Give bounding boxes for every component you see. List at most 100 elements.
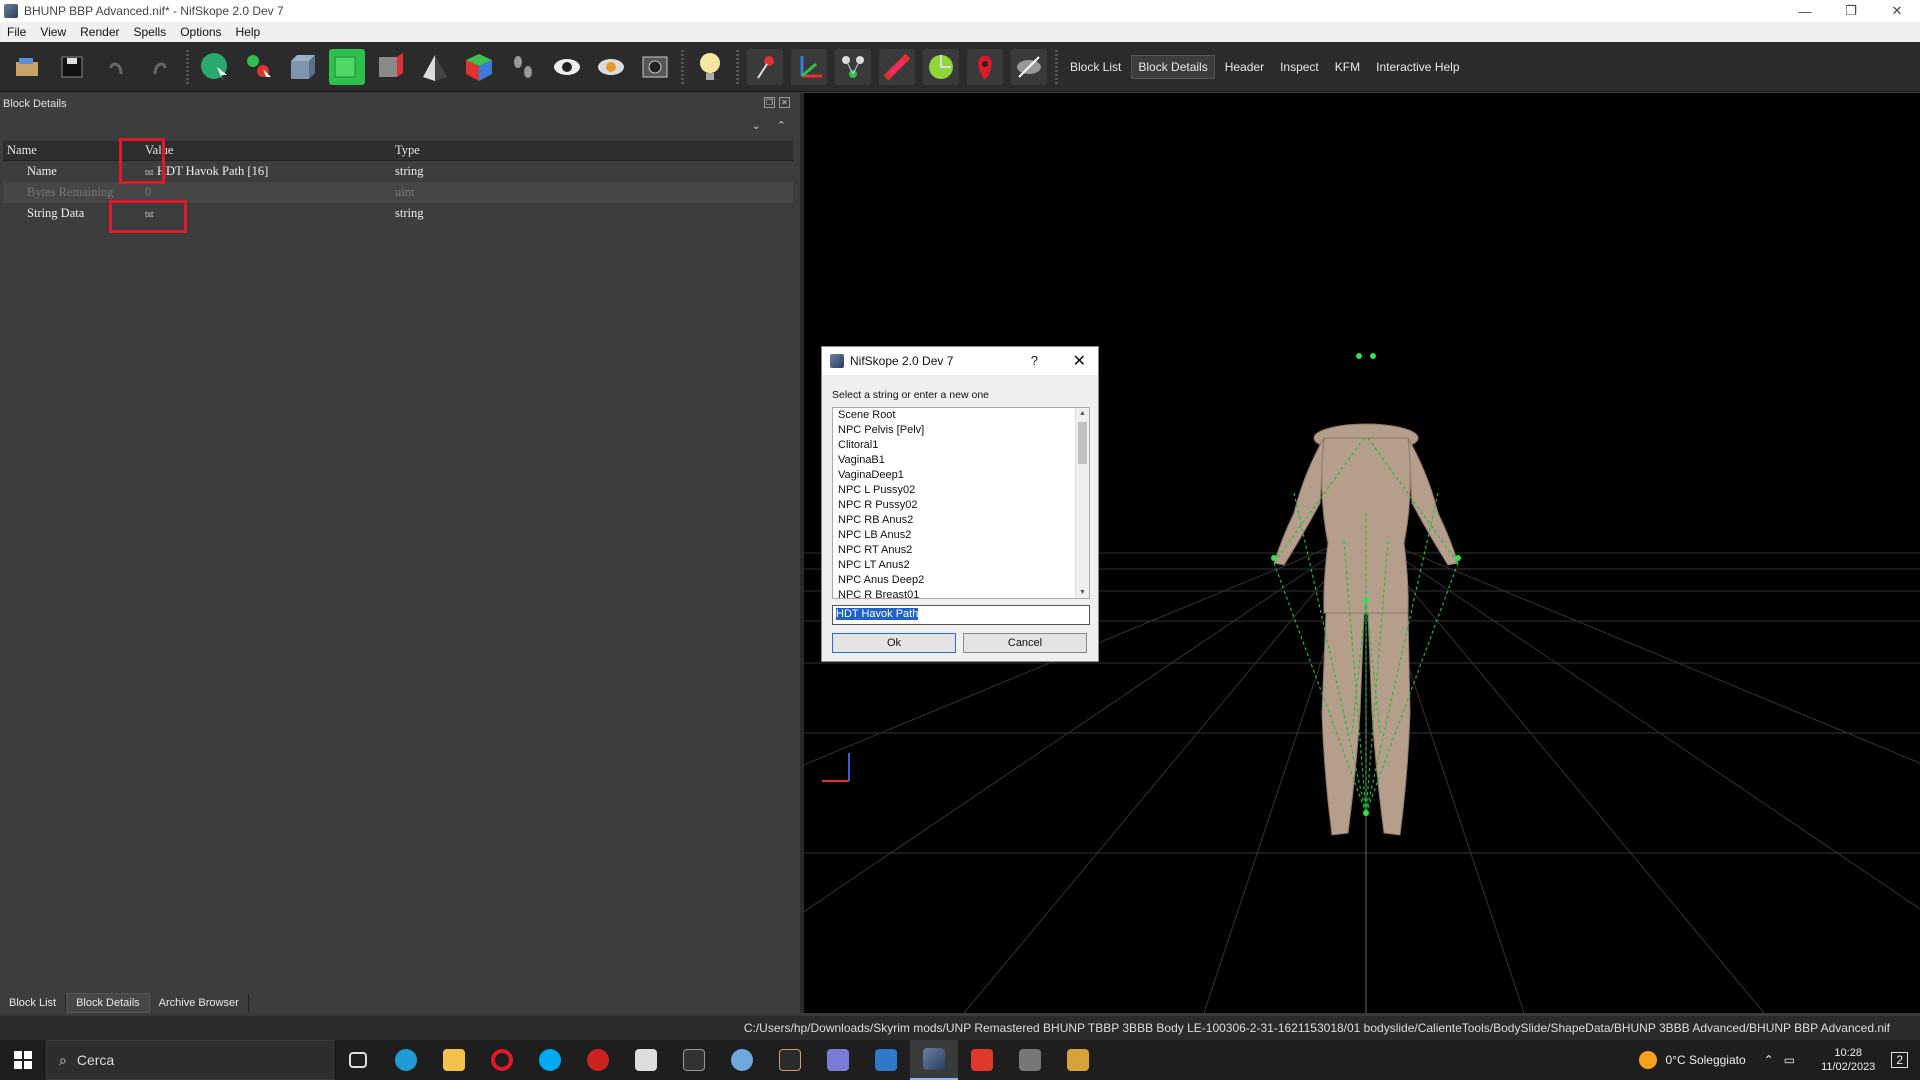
app-icon[interactable] [574, 1040, 622, 1080]
dialog-title: NifSkope 2.0 Dev 7 [850, 354, 954, 368]
column-value[interactable]: Value [141, 143, 391, 158]
list-item[interactable]: NPC LT Anus2 [833, 558, 1089, 573]
network-icon[interactable]: ▭ [1784, 1053, 1795, 1067]
list-item[interactable]: NPC R Pussy02 [833, 498, 1089, 513]
menu-options[interactable]: Options [173, 25, 228, 39]
tab-block-list[interactable]: Block List [1064, 56, 1127, 78]
bottom-tab-block-details[interactable]: Block Details [66, 993, 150, 1013]
app-icon[interactable] [862, 1040, 910, 1080]
weather-text[interactable]: 0°C Soleggiato [1665, 1053, 1745, 1067]
cube-icon[interactable] [285, 49, 321, 85]
dialog-close-icon[interactable]: ✕ [1073, 351, 1086, 371]
string-list[interactable]: Scene Root NPC Pelvis [Pelv] Clitoral1 V… [832, 407, 1090, 599]
camera-icon[interactable] [637, 49, 673, 85]
undo-icon[interactable] [98, 49, 134, 85]
eye-outline-icon[interactable] [593, 49, 629, 85]
list-item[interactable]: VaginaB1 [833, 453, 1089, 468]
axes-icon[interactable] [791, 48, 827, 85]
tab-inspect[interactable]: Inspect [1274, 56, 1325, 78]
toolbar-separator [1055, 49, 1058, 84]
bone-icon[interactable] [879, 48, 915, 85]
app-icon[interactable] [958, 1040, 1006, 1080]
list-item[interactable]: NPC RT Anus2 [833, 543, 1089, 558]
edge-icon[interactable] [382, 1040, 430, 1080]
list-item[interactable]: NPC LB Anus2 [833, 528, 1089, 543]
collapse-icon[interactable]: ⌄ [752, 119, 761, 132]
menu-file[interactable]: File [0, 25, 33, 39]
nifskope-task-icon[interactable] [910, 1040, 958, 1080]
close-button[interactable]: ✕ [1874, 0, 1920, 22]
scroll-down-icon[interactable]: ▼ [1079, 589, 1086, 596]
marker-icon[interactable] [967, 48, 1003, 85]
app-icon[interactable] [1054, 1040, 1102, 1080]
list-item[interactable]: NPC RB Anus2 [833, 513, 1089, 528]
app-icon[interactable] [718, 1040, 766, 1080]
scroll-up-icon[interactable]: ▲ [1079, 410, 1086, 417]
menu-help[interactable]: Help [229, 25, 268, 39]
field-value[interactable]: txt HDT Havok Path [16] [141, 164, 391, 179]
close-icon[interactable]: ✕ [779, 97, 790, 108]
color-cube-icon[interactable] [461, 49, 497, 85]
app-icon[interactable] [814, 1040, 862, 1080]
list-item[interactable]: Scene Root [833, 408, 1089, 423]
chevron-up-icon[interactable]: ⌃ [1764, 1053, 1774, 1067]
menu-render[interactable]: Render [73, 25, 126, 39]
shade-icon[interactable] [417, 49, 453, 85]
footprints-icon[interactable] [505, 49, 541, 85]
status-bar: C:/Users/hp/Downloads/Skyrim mods/UNP Re… [0, 1016, 1920, 1040]
tab-header[interactable]: Header [1219, 56, 1270, 78]
pin-icon[interactable] [747, 48, 783, 85]
collision-icon[interactable] [923, 48, 959, 85]
tab-kfm[interactable]: KFM [1329, 56, 1366, 78]
scroll-thumb[interactable] [1078, 422, 1087, 464]
tab-interactive-help[interactable]: Interactive Help [1370, 56, 1465, 78]
list-item[interactable]: NPC Anus Deep2 [833, 573, 1089, 588]
nodes-icon[interactable] [835, 48, 871, 85]
eye-icon[interactable] [549, 49, 585, 85]
hidden-icon[interactable] [1011, 48, 1047, 85]
menu-spells[interactable]: Spells [127, 25, 174, 39]
help-icon[interactable]: ? [1031, 353, 1038, 368]
restore-button[interactable]: ❐ [1828, 0, 1874, 22]
taskbar-search[interactable]: ⌕ Cerca [46, 1040, 334, 1080]
expand-icon[interactable]: ⌃ [777, 119, 786, 132]
app-icon[interactable] [766, 1040, 814, 1080]
dialog-prompt: Select a string or enter a new one [832, 389, 990, 401]
clock[interactable]: 10:28 11/02/2023 [1821, 1046, 1875, 1074]
skype-icon[interactable] [526, 1040, 574, 1080]
green-cube-icon[interactable] [329, 48, 365, 85]
float-icon[interactable]: ❐ [764, 97, 775, 108]
redo-icon[interactable] [142, 49, 178, 85]
list-item[interactable]: Clitoral1 [833, 438, 1089, 453]
app-icon[interactable] [670, 1040, 718, 1080]
select-icon[interactable] [197, 49, 233, 85]
notifications-icon[interactable]: 2 [1891, 1052, 1908, 1068]
tab-block-details[interactable]: Block Details [1131, 54, 1215, 79]
string-input[interactable]: HDT Havok Path [832, 605, 1090, 625]
load-icon[interactable] [10, 49, 46, 85]
bottom-tab-block-list[interactable]: Block List [0, 994, 67, 1012]
search-placeholder: Cerca [76, 1052, 115, 1068]
menu-view[interactable]: View [33, 25, 73, 39]
app-icon[interactable] [1006, 1040, 1054, 1080]
lightbulb-icon[interactable] [692, 49, 728, 85]
list-item[interactable]: NPC R Breast01 [833, 588, 1089, 598]
notification-count: 2 [1896, 1053, 1903, 1067]
task-view-icon[interactable] [334, 1040, 382, 1080]
app-icon[interactable] [622, 1040, 670, 1080]
start-button[interactable] [0, 1040, 46, 1080]
minimize-button[interactable]: — [1782, 0, 1828, 22]
opera-icon[interactable] [478, 1040, 526, 1080]
bottom-tab-archive-browser[interactable]: Archive Browser [150, 994, 249, 1012]
file-explorer-icon[interactable] [430, 1040, 478, 1080]
red-cube-icon[interactable] [373, 49, 409, 85]
transform-icon[interactable] [241, 49, 277, 85]
ok-button[interactable]: Ok [832, 633, 956, 653]
list-item[interactable]: NPC Pelvis [Pelv] [833, 423, 1089, 438]
list-item[interactable]: VaginaDeep1 [833, 468, 1089, 483]
list-scrollbar[interactable]: ▲ ▼ [1075, 408, 1089, 598]
save-icon[interactable] [54, 49, 90, 85]
column-type[interactable]: Type [391, 143, 791, 158]
list-item[interactable]: NPC L Pussy02 [833, 483, 1089, 498]
cancel-button[interactable]: Cancel [963, 633, 1087, 653]
